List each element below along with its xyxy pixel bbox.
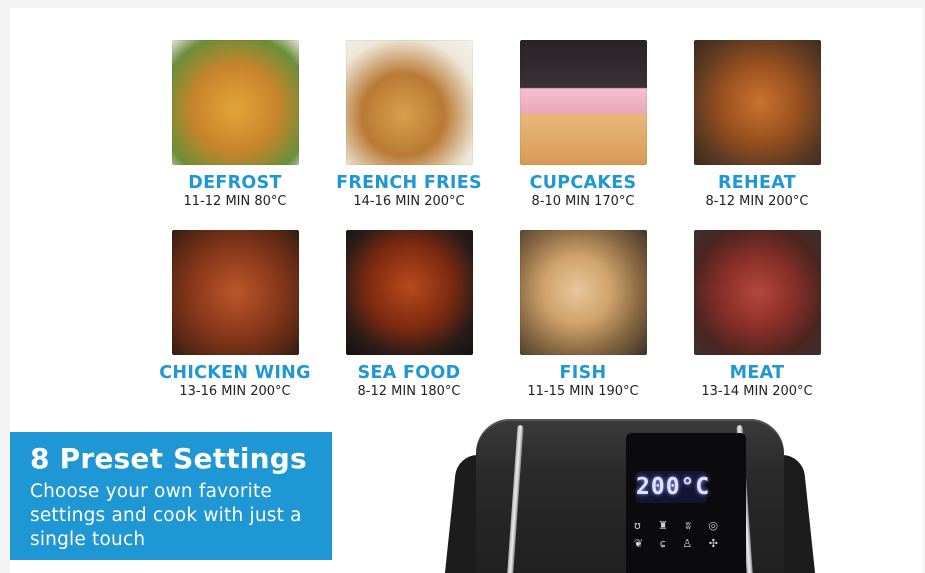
- callout-line: settings and cook with just a: [30, 505, 302, 526]
- preset-settings-callout: 8 Preset Settings Choose your own favori…: [10, 432, 332, 560]
- callout-description: Choose your own favorite settings and co…: [30, 480, 312, 552]
- preset-info: 11-15 MIN 190°C: [527, 384, 639, 399]
- callout-line: single touch: [30, 529, 146, 550]
- preset-card-meat: MEAT 13-14 MIN 200°C: [670, 230, 844, 400]
- preset-card-defrost: DEFROST 11-12 MIN 80°C: [148, 40, 322, 210]
- fish-icon: ◎: [708, 519, 718, 532]
- preset-card-chicken-wing: CHICKEN WING 13-16 MIN 200°C: [148, 230, 322, 400]
- reheat-photo: [693, 40, 821, 165]
- sea-food-photo: [345, 230, 473, 355]
- preset-info: 11-12 MIN 80°C: [183, 194, 287, 209]
- preset-card-french-fries: FRENCH FRIES 14-16 MIN 200°C: [322, 40, 496, 210]
- air-fryer-image: 200°C ʊ ♜ ʬ ◎ ❦ ɕ ♙ ✣ − + % ≡: [440, 419, 820, 573]
- preset-name: SEA FOOD: [357, 363, 461, 383]
- meat-photo: [693, 230, 821, 355]
- preset-card-reheat: REHEAT 8-12 MIN 200°C: [670, 40, 844, 210]
- preset-card-sea-food: SEA FOOD 8-12 MIN 180°C: [322, 230, 496, 400]
- preset-name: FISH: [559, 363, 607, 383]
- product-feature-panel: DEFROST 11-12 MIN 80°C FRENCH FRIES 14-1…: [10, 8, 923, 573]
- preset-info: 8-10 MIN 170°C: [531, 194, 635, 209]
- preset-name: FRENCH FRIES: [336, 173, 482, 193]
- seafood-icon: ɕ: [659, 537, 666, 550]
- control-panel: 200°C ʊ ♜ ʬ ◎ ❦ ɕ ♙ ✣ − + % ≡: [626, 433, 746, 573]
- preset-card-cupcakes: CUPCAKES 8-10 MIN 170°C: [496, 40, 670, 210]
- wing-icon: ʬ: [685, 519, 692, 532]
- preset-name: DEFROST: [188, 173, 282, 193]
- fish-photo: [519, 230, 647, 355]
- preset-name: CUPCAKES: [529, 173, 637, 193]
- air-fryer-body: 200°C ʊ ♜ ʬ ◎ ❦ ɕ ♙ ✣ − + % ≡: [476, 419, 784, 573]
- preset-grid: DEFROST 11-12 MIN 80°C FRENCH FRIES 14-1…: [148, 40, 844, 400]
- fries-icon: ♜: [658, 519, 669, 532]
- preset-name: MEAT: [729, 363, 785, 383]
- preset-info: 13-14 MIN 200°C: [701, 384, 813, 399]
- preset-name: REHEAT: [718, 173, 796, 193]
- cupcakes-photo: [519, 40, 647, 165]
- meat-icon: ❦: [634, 537, 644, 550]
- chrome-trim: [506, 424, 524, 573]
- defrost-icon: ʊ: [634, 519, 641, 532]
- chicken-wing-photo: [171, 230, 299, 355]
- french-fries-photo: [345, 40, 473, 165]
- callout-line: Choose your own favorite: [30, 481, 273, 502]
- preset-info: 8-12 MIN 200°C: [705, 194, 809, 209]
- preset-icon-row: ❦ ɕ ♙ ✣: [634, 537, 718, 551]
- cupcake-icon: ♙: [682, 537, 693, 550]
- preset-info: 13-16 MIN 200°C: [179, 384, 291, 399]
- preset-info: 8-12 MIN 180°C: [357, 384, 461, 399]
- callout-title: 8 Preset Settings: [30, 442, 307, 475]
- preset-name: CHICKEN WING: [159, 363, 311, 383]
- preset-card-fish: FISH 11-15 MIN 190°C: [496, 230, 670, 400]
- temperature-display: 200°C: [636, 471, 709, 503]
- preset-info: 14-16 MIN 200°C: [353, 194, 465, 209]
- defrost-photo: [171, 40, 299, 165]
- fan-icon: ✣: [708, 537, 718, 550]
- preset-icon-row: ʊ ♜ ʬ ◎: [634, 519, 718, 533]
